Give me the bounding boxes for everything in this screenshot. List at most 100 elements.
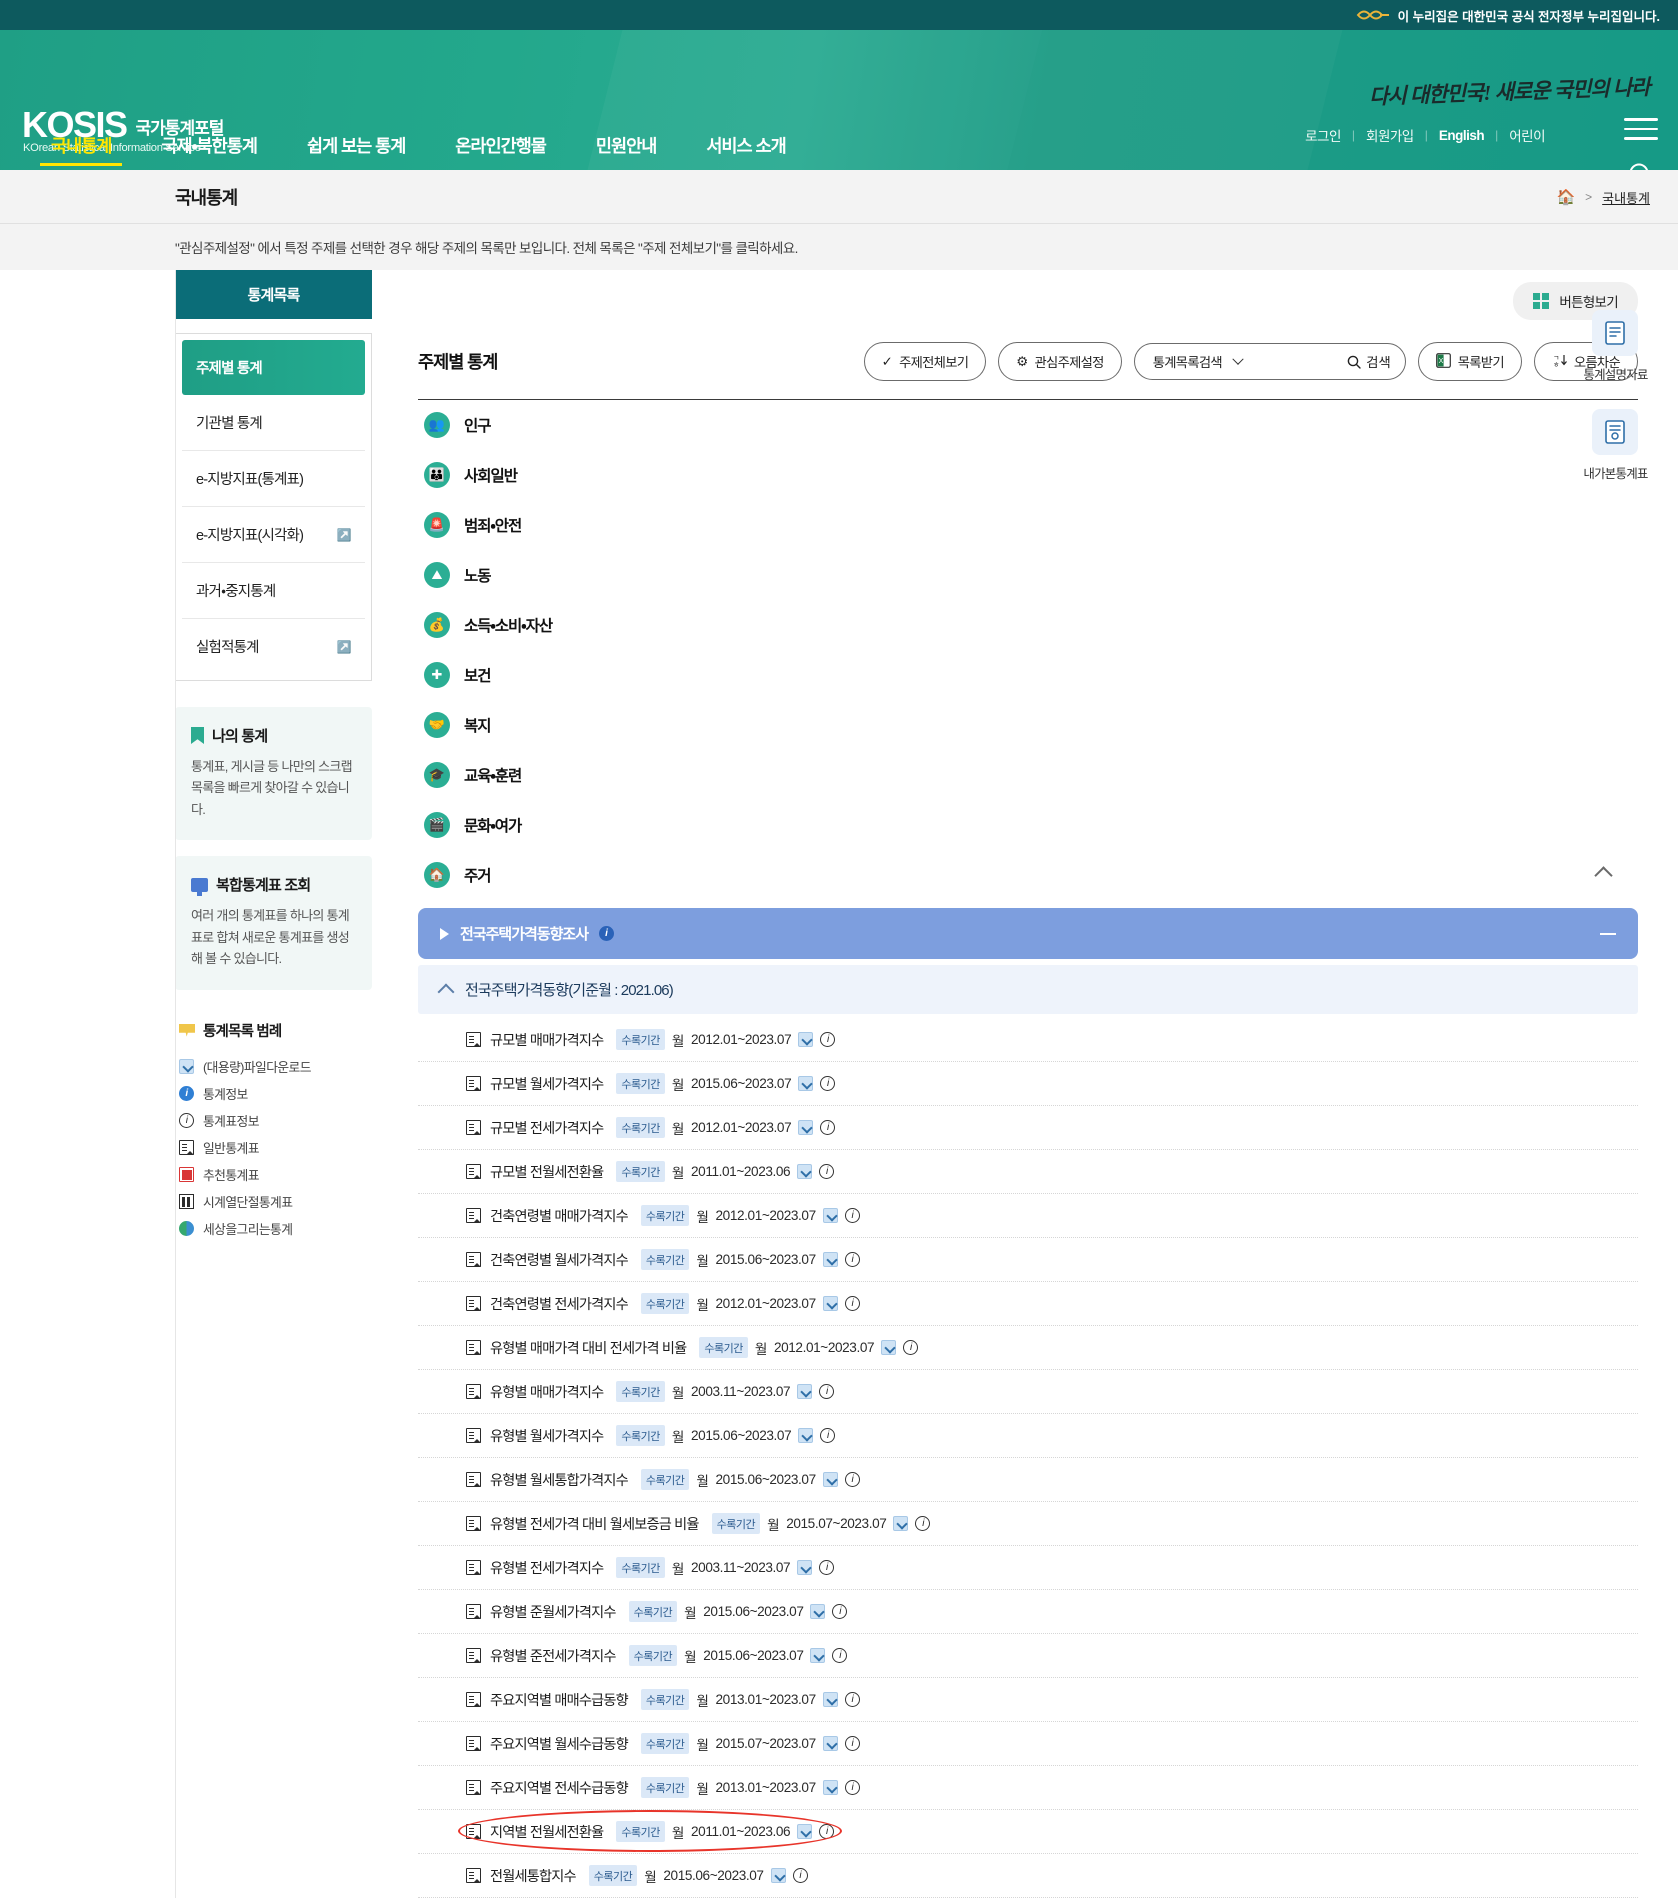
file-download-icon[interactable] bbox=[798, 1428, 814, 1443]
info-outline-icon[interactable]: i bbox=[844, 1780, 860, 1795]
search-icon[interactable] bbox=[1626, 160, 1656, 170]
show-all-topics-button[interactable]: ✓ 주제전체보기 bbox=[863, 342, 987, 381]
sidebar-item-topic-stats[interactable]: 주제별 통계 bbox=[182, 340, 365, 395]
file-download-icon[interactable] bbox=[810, 1604, 826, 1619]
file-download-icon[interactable] bbox=[797, 1560, 813, 1575]
stat-row[interactable]: 유형별 매매가격지수 수록기간 월 2003.11~2023.07 i bbox=[418, 1370, 1638, 1414]
stat-explanation-button[interactable]: 통계설명자료 bbox=[1583, 310, 1648, 383]
stat-row[interactable]: 규모별 전월세전환율 수록기간 월 2011.01~2023.06 i bbox=[418, 1150, 1638, 1194]
nav-service-intro[interactable]: 서비스 소개 bbox=[681, 133, 810, 170]
file-download-icon[interactable] bbox=[881, 1340, 897, 1355]
file-download-icon[interactable] bbox=[798, 1076, 814, 1091]
search-submit-button[interactable]: 검색 bbox=[1347, 352, 1391, 371]
stat-row[interactable]: 건축연령별 매매가격지수 수록기간 월 2012.01~2023.07 i bbox=[418, 1194, 1638, 1238]
info-outline-icon[interactable]: i bbox=[844, 1736, 860, 1751]
info-outline-icon[interactable]: i bbox=[820, 1076, 836, 1091]
file-download-icon[interactable] bbox=[822, 1296, 838, 1311]
stat-row[interactable]: 전월세통합지수 수록기간 월 2015.06~2023.07 i bbox=[418, 1854, 1638, 1898]
stat-row[interactable]: 건축연령별 전세가격지수 수록기간 월 2012.01~2023.07 i bbox=[418, 1282, 1638, 1326]
file-download-icon[interactable] bbox=[798, 1120, 814, 1135]
nav-domestic-stats[interactable]: 국내통계 bbox=[26, 133, 136, 170]
breadcrumb-current[interactable]: 국내통계 bbox=[1602, 188, 1650, 207]
info-outline-icon[interactable]: i bbox=[844, 1208, 860, 1223]
info-outline-icon[interactable]: i bbox=[820, 1032, 836, 1047]
stat-row[interactable]: 주요지역별 전세수급동향 수록기간 월 2013.01~2023.07 i bbox=[418, 1766, 1638, 1810]
promo-my-stats[interactable]: 나의 통계 통계표, 게시글 등 나만의 스크랩 목록을 빠르게 찾아갈 수 있… bbox=[175, 707, 372, 841]
file-download-icon[interactable] bbox=[822, 1208, 838, 1223]
topic-row-welfare[interactable]: 🤝 복지 bbox=[418, 700, 1638, 750]
stat-row[interactable]: 유형별 매매가격 대비 전세가격 비율 수록기간 월 2012.01~2023.… bbox=[418, 1326, 1638, 1370]
nav-civil-guide[interactable]: 민원안내 bbox=[571, 133, 681, 170]
file-download-icon[interactable] bbox=[797, 1824, 813, 1839]
minus-icon[interactable] bbox=[1600, 932, 1616, 935]
info-outline-icon[interactable]: i bbox=[819, 1164, 835, 1179]
file-download-icon[interactable] bbox=[797, 1164, 813, 1179]
file-download-icon[interactable] bbox=[822, 1736, 838, 1751]
file-download-icon[interactable] bbox=[798, 1032, 814, 1047]
link-signup[interactable]: 회원가입 bbox=[1355, 125, 1425, 145]
info-outline-icon[interactable]: i bbox=[819, 1824, 835, 1839]
file-download-icon[interactable] bbox=[810, 1648, 826, 1663]
sidebar-item-experimental-stats[interactable]: 실험적통계 ↗️ bbox=[182, 619, 365, 674]
file-download-icon[interactable] bbox=[822, 1692, 838, 1707]
info-outline-icon[interactable]: i bbox=[820, 1120, 836, 1135]
info-outline-icon[interactable]: i bbox=[819, 1560, 835, 1575]
stat-row[interactable]: 규모별 매매가격지수 수록기간 월 2012.01~2023.07 i bbox=[418, 1018, 1638, 1062]
info-outline-icon[interactable]: i bbox=[819, 1384, 835, 1399]
stat-row[interactable]: 규모별 월세가격지수 수록기간 월 2015.06~2023.07 i bbox=[418, 1062, 1638, 1106]
stat-row[interactable]: 주요지역별 월세수급동향 수록기간 월 2015.07~2023.07 i bbox=[418, 1722, 1638, 1766]
stat-row[interactable]: 건축연령별 월세가격지수 수록기간 월 2015.06~2023.07 i bbox=[418, 1238, 1638, 1282]
file-download-icon[interactable] bbox=[797, 1384, 813, 1399]
nav-easy-stats[interactable]: 쉽게 보는 통계 bbox=[282, 133, 430, 170]
topic-row-population[interactable]: 👥 인구 bbox=[418, 400, 1638, 450]
chevron-up-icon[interactable] bbox=[1594, 865, 1613, 885]
stat-row[interactable]: 주요지역별 매매수급동향 수록기간 월 2013.01~2023.07 i bbox=[418, 1678, 1638, 1722]
stat-row-highlighted[interactable]: 지역별 전월세전환율 수록기간 월 2011.01~2023.06 i bbox=[418, 1810, 1638, 1854]
topic-row-health[interactable]: ✚ 보건 bbox=[418, 650, 1638, 700]
info-outline-icon[interactable]: i bbox=[820, 1428, 836, 1443]
info-outline-icon[interactable]: i bbox=[832, 1648, 848, 1663]
info-filled-icon[interactable]: i bbox=[599, 926, 615, 941]
topic-row-income[interactable]: 💰 소득・소비・자산 bbox=[418, 600, 1638, 650]
sidebar-item-agency-stats[interactable]: 기관별 통계 bbox=[182, 395, 365, 451]
stat-row[interactable]: 유형별 준전세가격지수 수록기간 월 2015.06~2023.07 i bbox=[418, 1634, 1638, 1678]
nav-international-stats[interactable]: 국제・북한통계 bbox=[136, 133, 282, 170]
menu-hamburger-icon[interactable] bbox=[1624, 118, 1658, 142]
topic-row-housing[interactable]: 🏠 주거 bbox=[418, 850, 1638, 900]
search-scope-select[interactable]: 통계목록검색 bbox=[1153, 352, 1244, 371]
topic-row-crime-safety[interactable]: 🚨 범죄・안전 bbox=[418, 500, 1638, 550]
link-kids[interactable]: 어린이 bbox=[1498, 125, 1556, 145]
info-outline-icon[interactable]: i bbox=[844, 1692, 860, 1707]
info-outline-icon[interactable]: i bbox=[915, 1516, 931, 1531]
stat-row[interactable]: 유형별 전세가격지수 수록기간 월 2003.11~2023.07 i bbox=[418, 1546, 1638, 1590]
info-outline-icon[interactable]: i bbox=[792, 1868, 808, 1883]
sidebar-item-local-indicator-table[interactable]: e-지방지표(통계표) bbox=[182, 451, 365, 507]
info-outline-icon[interactable]: i bbox=[832, 1604, 848, 1619]
home-icon[interactable]: 🏠 bbox=[1556, 188, 1575, 206]
file-download-icon[interactable] bbox=[822, 1472, 838, 1487]
link-login[interactable]: 로그인 bbox=[1294, 125, 1352, 145]
stat-row[interactable]: 유형별 전세가격 대비 월세보증금 비율 수록기간 월 2015.07~2023… bbox=[418, 1502, 1638, 1546]
search-input[interactable] bbox=[1241, 353, 1348, 370]
stat-row[interactable]: 유형별 준월세가격지수 수록기간 월 2015.06~2023.07 i bbox=[418, 1590, 1638, 1634]
topic-preference-button[interactable]: ⚙ 관심주제설정 bbox=[998, 342, 1122, 381]
topic-row-society[interactable]: 👪 사회일반 bbox=[418, 450, 1638, 500]
sidebar-item-past-discontinued[interactable]: 과거・중지통계 bbox=[182, 563, 365, 619]
topic-row-education[interactable]: 🎓 교육・훈련 bbox=[418, 750, 1638, 800]
topic-row-culture[interactable]: 🎬 문화・여가 bbox=[418, 800, 1638, 850]
group-bar-national-housing-trend[interactable]: 전국주택가격동향(기준월 : 2021.06) bbox=[418, 965, 1638, 1014]
info-outline-icon[interactable]: i bbox=[844, 1252, 860, 1267]
file-download-icon[interactable] bbox=[770, 1868, 786, 1883]
promo-composite-table[interactable]: 복합통계표 조회 여러 개의 통계표를 하나의 통계표로 합쳐 새로운 통계표를… bbox=[175, 856, 372, 990]
download-list-button[interactable]: X 목록받기 bbox=[1417, 342, 1522, 381]
info-outline-icon[interactable]: i bbox=[844, 1296, 860, 1311]
stat-row[interactable]: 유형별 월세가격지수 수록기간 월 2015.06~2023.07 i bbox=[418, 1414, 1638, 1458]
link-english[interactable]: English bbox=[1428, 128, 1495, 143]
sidebar-item-local-indicator-visual[interactable]: e-지방지표(시각화) ↗️ bbox=[182, 507, 365, 563]
file-download-icon[interactable] bbox=[893, 1516, 909, 1531]
nav-online-publications[interactable]: 온라인간행물 bbox=[430, 133, 571, 170]
topic-row-labor[interactable]: ⛰ 노동 bbox=[418, 550, 1638, 600]
stat-row[interactable]: 유형별 월세통합가격지수 수록기간 월 2015.06~2023.07 i bbox=[418, 1458, 1638, 1502]
stat-row[interactable]: 규모별 전세가격지수 수록기간 월 2012.01~2023.07 i bbox=[418, 1106, 1638, 1150]
info-outline-icon[interactable]: i bbox=[844, 1472, 860, 1487]
